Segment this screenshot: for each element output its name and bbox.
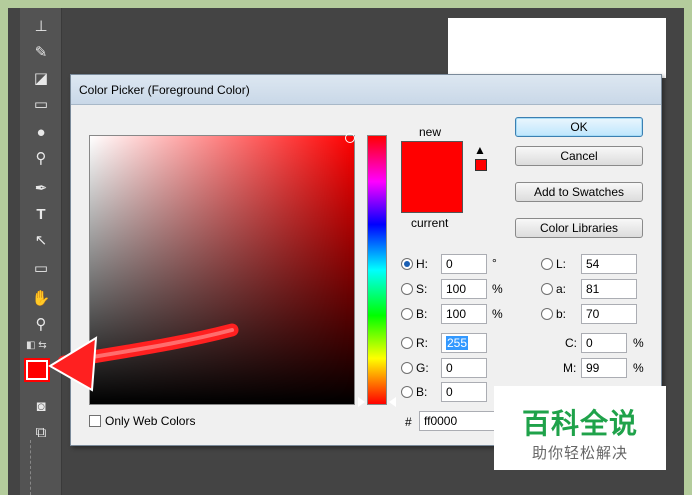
- watermark-sub-text: 助你轻松解决: [531, 445, 628, 462]
- watermark-logo: 百科全说 助你轻松解决: [494, 386, 666, 470]
- watermark-main-text: 百科全说: [521, 408, 638, 439]
